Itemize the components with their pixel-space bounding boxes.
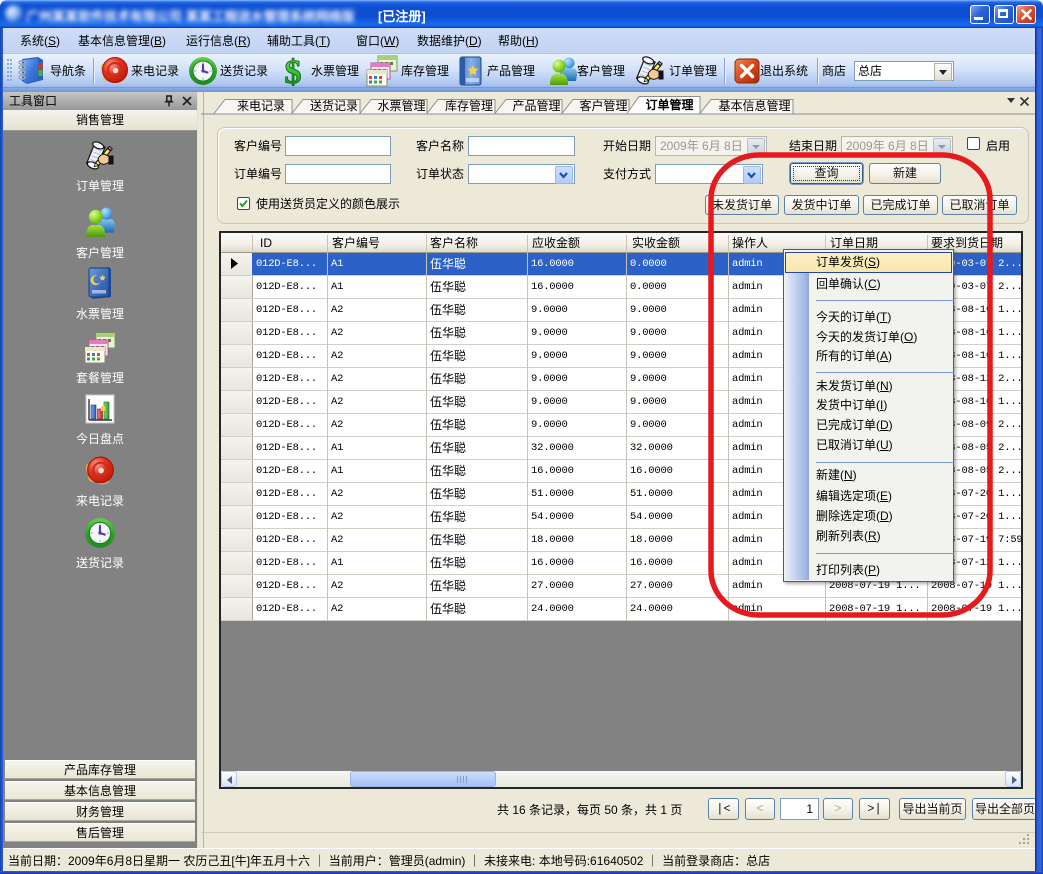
svg-text:$: $ bbox=[285, 54, 302, 88]
